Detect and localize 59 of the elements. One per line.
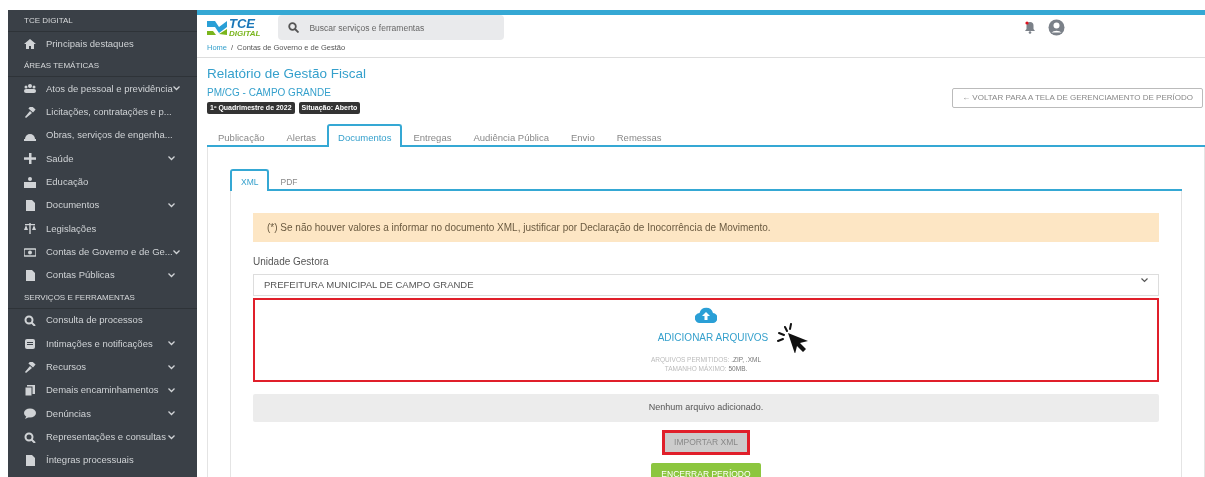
sidebar-item[interactable]: Demais encaminhamentos <box>8 378 197 403</box>
chevron-down-icon <box>1141 278 1148 283</box>
sidebar-item[interactable]: Obras, serviços de engenha... <box>8 123 197 148</box>
home-icon <box>24 38 36 50</box>
cloud-upload-icon <box>695 306 717 323</box>
sidebar-item[interactable]: Educação <box>8 170 197 194</box>
sidebar-item[interactable]: Consulta de processos <box>8 308 197 333</box>
section-heading: TCE DIGITAL <box>8 10 197 32</box>
tab[interactable]: Remessas <box>605 124 673 148</box>
scales-icon <box>24 223 36 235</box>
field-label: Unidade Gestora <box>253 255 330 269</box>
tab[interactable]: Alertas <box>275 124 328 148</box>
tab[interactable]: PDF <box>269 169 309 191</box>
document-icon <box>24 199 36 211</box>
sidebar-item[interactable]: Saúde <box>8 147 197 171</box>
alert-message: (*) Se não houver valores a informar no documento XML, justificar por Declaração de Inocorrência de Movimento. <box>253 213 1159 242</box>
user-avatar-icon[interactable] <box>1048 19 1065 36</box>
copy-icon <box>24 385 36 396</box>
search-icon <box>24 431 36 443</box>
section-heading: ÁREAS TEMÁTICAS <box>8 55 197 78</box>
logo-text: TCE <box>229 17 257 30</box>
bell-icon[interactable] <box>1024 21 1036 34</box>
sidebar-item[interactable]: Contas Públicas <box>8 263 197 287</box>
tab[interactable]: Audiência Pública <box>462 124 560 148</box>
empty-files-message: Nenhum arquivo adicionado. <box>253 394 1159 422</box>
plus-icon <box>24 153 36 165</box>
sidebar-item[interactable]: Contas de Governo e de Ge... <box>8 240 197 264</box>
sidebar-item[interactable]: Principais destaques <box>8 32 197 56</box>
back-button[interactable]: ← VOLTAR PARA A TELA DE GERENCIAMENTO DE PERÍODO <box>952 88 1203 108</box>
file-icon <box>24 454 36 466</box>
reader-icon <box>24 176 36 188</box>
tab[interactable]: Envio <box>559 124 606 148</box>
tab[interactable]: Publicação <box>207 124 276 148</box>
logo[interactable]: TCE DIGITAL <box>207 17 261 38</box>
page-title: Relatório de Gestão Fiscal <box>207 65 368 84</box>
search-icon <box>24 315 36 327</box>
sidebar-item[interactable]: Denúncias <box>8 402 197 426</box>
file-icon <box>24 269 36 281</box>
gavel-icon <box>24 361 36 373</box>
search-icon <box>288 22 300 33</box>
select-field[interactable]: PREFEITURA MUNICIPAL DE CAMPO GRANDE <box>253 274 1159 297</box>
page-subtitle: PM/CG - CAMPO GRANDE <box>207 85 332 100</box>
tab[interactable]: Entregas <box>402 124 463 148</box>
gavel-icon <box>24 106 36 118</box>
sidebar-item[interactable]: Licitações, contratações e p... <box>8 100 197 124</box>
logo-subtext: DIGITAL <box>229 30 261 38</box>
sidebar-item[interactable]: Legislações <box>8 217 197 241</box>
people-icon <box>24 83 36 95</box>
banknote-icon <box>24 246 36 258</box>
sidebar-item[interactable]: Documentos <box>8 193 197 218</box>
sidebar-item[interactable]: Atos de pessoal e previdência <box>8 77 197 101</box>
sidebar-item[interactable]: Recursos <box>8 355 197 379</box>
sidebar-item[interactable]: Intimações e notificações <box>8 332 197 356</box>
sidebar-item[interactable]: Representações e consultas <box>8 425 197 449</box>
section-heading: SERVIÇOS E FERRAMENTAS <box>8 286 197 309</box>
speech-bubble-icon <box>24 408 36 420</box>
logo-mark-icon <box>207 19 227 36</box>
envelope-icon <box>24 338 36 350</box>
sidebar-item[interactable]: Íntegras processuais <box>8 448 197 473</box>
